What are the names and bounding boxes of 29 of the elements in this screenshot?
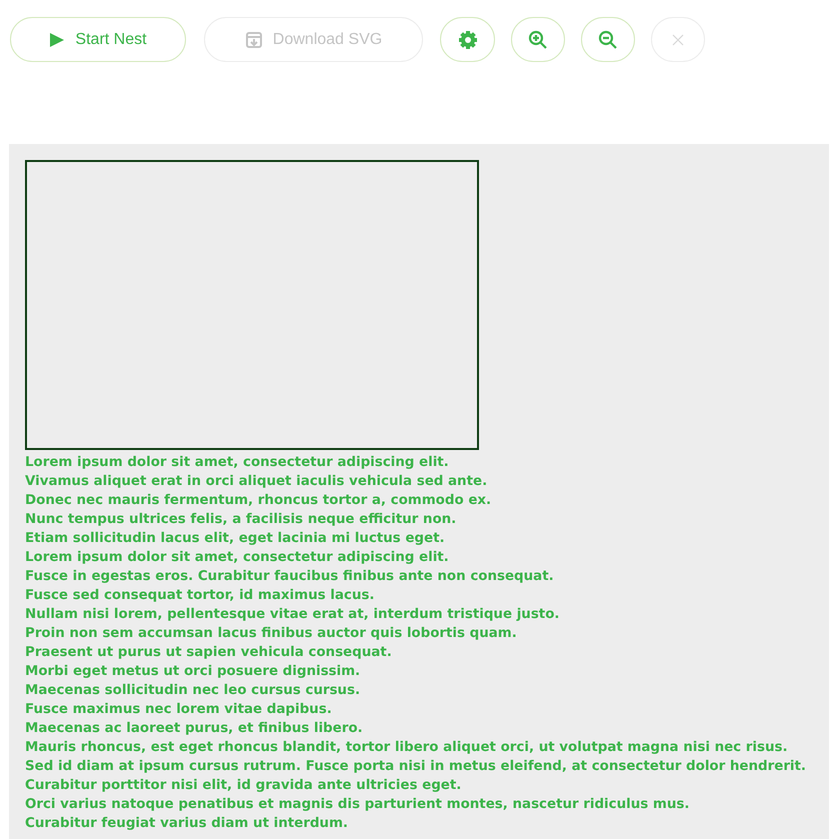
text-line: Lorem ipsum dolor sit amet, consectetur adipiscing elit. <box>25 549 450 567</box>
text-line: Lorem ipsum dolor sit amet, consectetur adipiscing elit. <box>25 454 450 472</box>
text-line: Curabitur feugiat varius diam ut interdum. <box>25 815 350 833</box>
close-icon <box>672 34 684 46</box>
text-line: Fusce in egestas eros. Curabitur faucibus finibus ante non consequat. <box>25 568 555 586</box>
text-line: Morbi eget metus ut orci posuere dignissim. <box>25 663 362 681</box>
text-line: Nunc tempus ultrices felis, a facilisis neque efficitur non. <box>25 511 458 529</box>
text-line: Proin non sem accumsan lacus finibus auctor quis lobortis quam. <box>25 625 518 643</box>
text-line: Orci varius natoque penatibus et magnis dis parturient montes, nascetur ridiculus mus. <box>25 796 690 814</box>
zoom-in-button[interactable] <box>511 17 565 62</box>
zoom-out-icon <box>598 30 618 50</box>
text-line: Mauris rhoncus, est eget rhoncus blandit, tortor libero aliquet orci, ut volutpat magna nisi nec risus. <box>25 739 789 757</box>
zoom-in-icon <box>528 30 548 50</box>
zoom-out-button[interactable] <box>581 17 635 62</box>
text-line: Vivamus aliquet erat in orci aliquet iaculis vehicula sed ante. <box>25 473 488 491</box>
text-line: Etiam sollicitudin lacus elit, eget lacinia mi luctus eget. <box>25 530 446 548</box>
text-line: Sed id diam at ipsum cursus rutrum. Fusce porta nisi in metus eleifend, at consectetur dolor hendrerit. <box>25 758 807 776</box>
text-line: Praesent ut purus ut sapien vehicula consequat. <box>25 644 393 662</box>
settings-button[interactable] <box>440 17 495 62</box>
text-line: Maecenas sollicitudin nec leo cursus cursus. <box>25 682 362 700</box>
text-line: Fusce maximus nec lorem vitae dapibus. <box>25 701 333 719</box>
text-line: Curabitur porttitor nisi elit, id gravida ante ultricies eget. <box>25 777 462 795</box>
download-icon <box>244 30 263 48</box>
text-line: Maecenas ac laoreet purus, et finibus libero. <box>25 720 364 738</box>
start-nest-button[interactable]: Start Nest <box>10 17 186 62</box>
play-icon <box>49 32 66 48</box>
text-line: Donec nec mauris fermentum, rhoncus tortor a, commodo ex. <box>25 492 492 510</box>
text-line: Nullam nisi lorem, pellentesque vitae erat at, interdum tristique justo. <box>25 606 560 624</box>
text-line: Fusce sed consequat tortor, id maximus lacus. <box>25 587 376 605</box>
